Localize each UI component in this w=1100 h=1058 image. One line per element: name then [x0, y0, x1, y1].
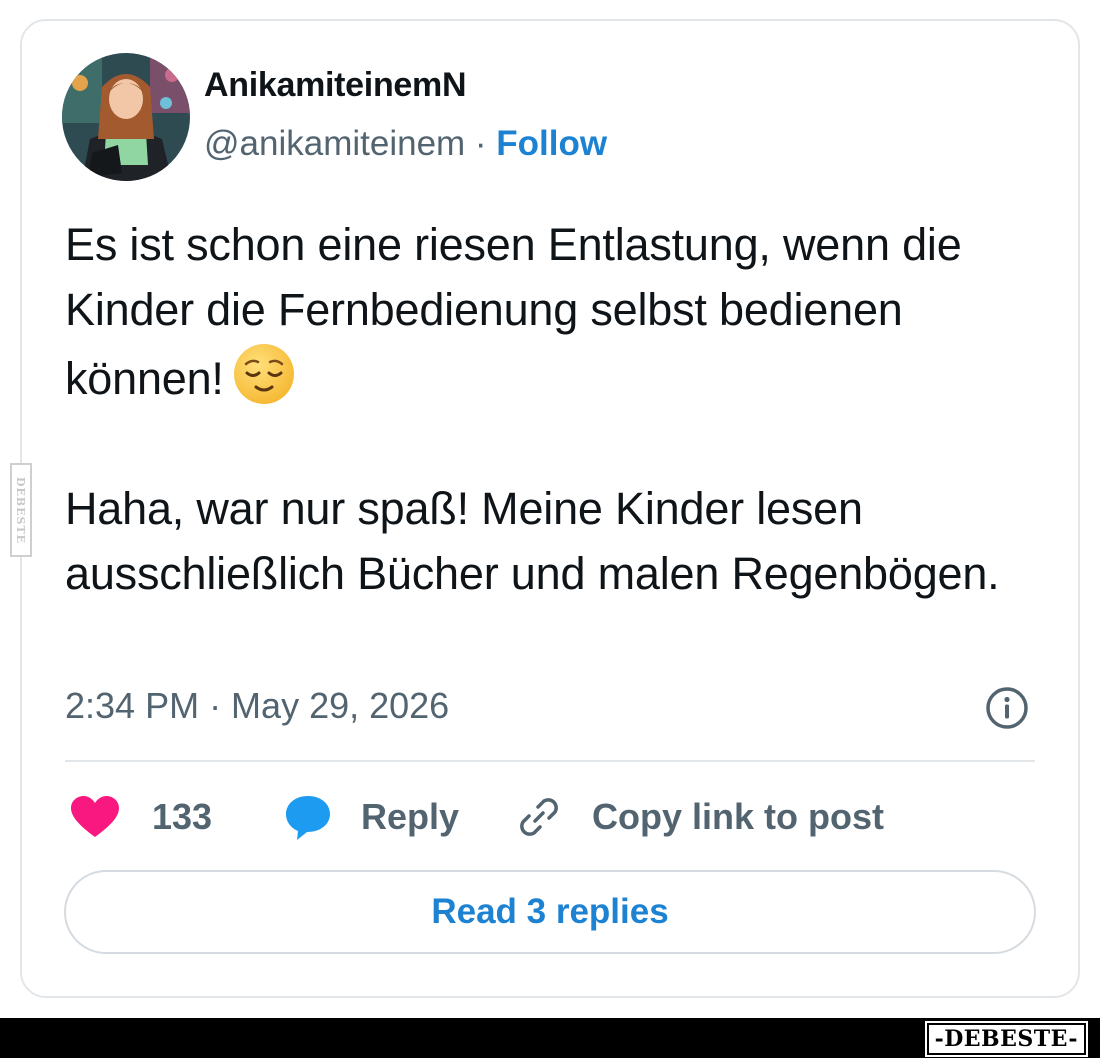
display-name[interactable]: AnikamiteinemN [204, 66, 467, 105]
follow-button[interactable]: Follow [496, 124, 607, 163]
side-watermark-text: DEBESTE [14, 476, 28, 544]
avatar-image [62, 53, 190, 181]
copy-link-button[interactable]: Copy link to post [514, 790, 884, 844]
like-button[interactable]: 133 [70, 790, 212, 844]
like-count: 133 [152, 796, 213, 837]
speech-bubble-icon [286, 796, 330, 840]
tweet-text: Es ist schon eine riesen Entlastung, wen… [65, 212, 1065, 606]
link-icon [520, 798, 558, 836]
handle-separator: · [465, 124, 497, 163]
avatar[interactable] [62, 53, 190, 181]
reply-label: Reply [361, 796, 460, 837]
debeste-logo: -DEBESTE- [924, 1021, 1089, 1057]
bottom-watermark-bar: -DEBESTE- [0, 1018, 1100, 1058]
read-replies-button[interactable]: Read 3 replies [64, 870, 1036, 954]
handle[interactable]: @anikamiteinem [204, 124, 465, 163]
divider [65, 760, 1035, 762]
heart-icon [71, 796, 119, 837]
reply-button[interactable]: Reply [283, 790, 459, 844]
tweet-paragraph-2: Haha, war nur spaß! Meine Kinder lesen a… [65, 483, 1000, 599]
timestamp[interactable]: 2:34 PM · May 29, 2026 [65, 685, 449, 727]
info-icon[interactable] [984, 685, 1030, 731]
relieved-face-emoji-icon [233, 344, 294, 404]
tweet-paragraph-1: Es ist schon eine riesen Entlastung, wen… [65, 212, 1065, 411]
tweet-paragraph-1-text: Es ist schon eine riesen Entlastung, wen… [65, 219, 962, 404]
copy-link-label: Copy link to post [592, 796, 884, 837]
side-watermark: DEBESTE [10, 463, 32, 557]
handle-row: @anikamiteinem · Follow [204, 124, 607, 164]
